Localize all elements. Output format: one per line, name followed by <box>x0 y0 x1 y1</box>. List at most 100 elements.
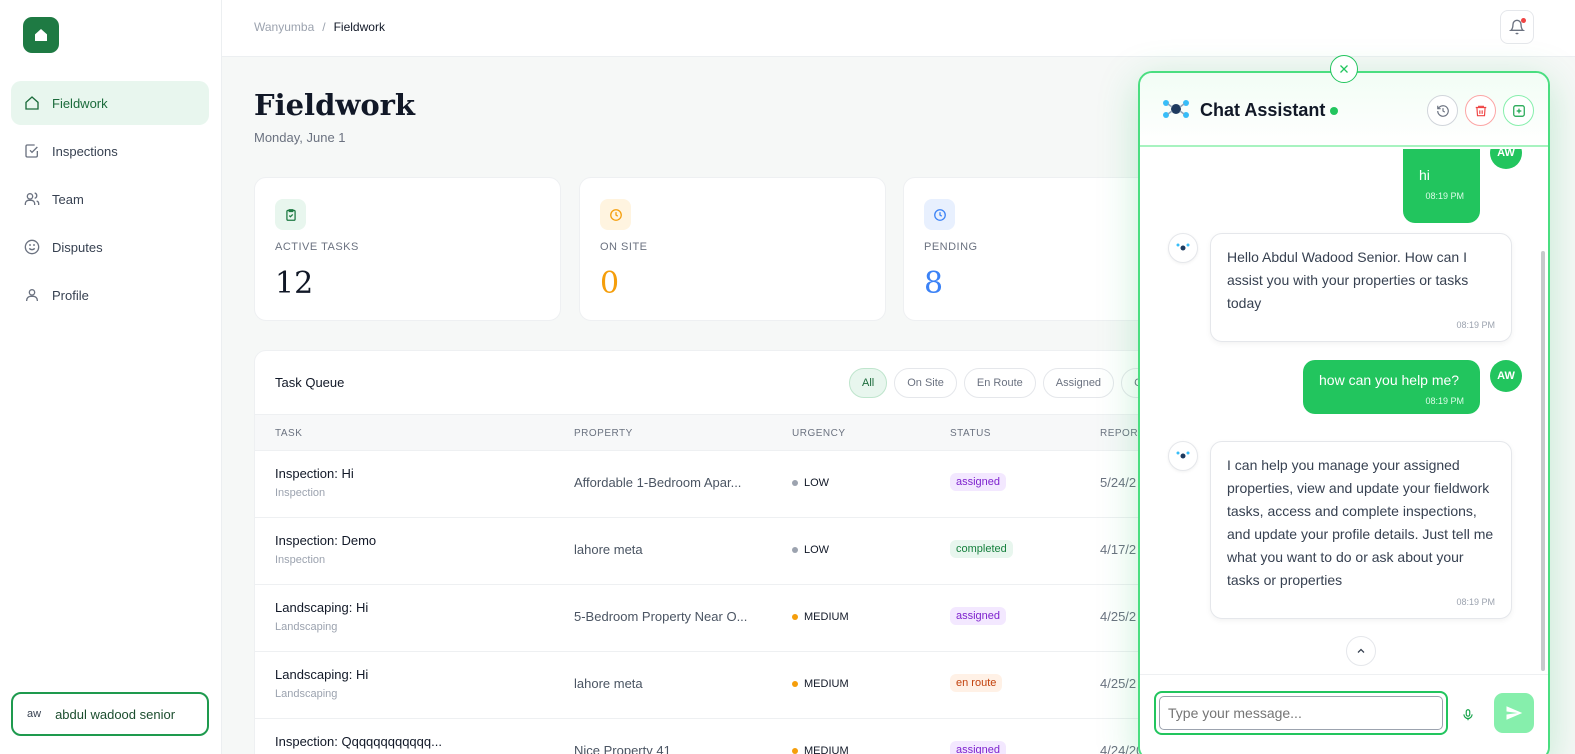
chat-delete-button[interactable] <box>1465 95 1496 126</box>
stat-card-on-site: ON SITE 0 <box>579 177 886 321</box>
stat-label: PENDING <box>924 241 978 253</box>
task-name: Inspection: Hi <box>275 466 354 481</box>
column-header: TASK <box>275 428 303 439</box>
sidebar-item-disputes[interactable]: Disputes <box>11 225 209 269</box>
sidebar-item-profile[interactable]: Profile <box>11 273 209 317</box>
notification-dot <box>1521 18 1526 23</box>
user-menu[interactable]: aw abdul wadood senior <box>11 692 209 736</box>
close-icon <box>1340 65 1348 73</box>
breadcrumb-root[interactable]: Wanyumba <box>254 20 314 34</box>
notifications-button[interactable] <box>1500 10 1534 44</box>
sidebar-item-label: Disputes <box>52 239 103 255</box>
stat-label: ACTIVE TASKS <box>275 241 359 253</box>
chat-new-button[interactable] <box>1503 95 1534 126</box>
sidebar-item-label: Profile <box>52 287 89 303</box>
bot-message: Hello Abdul Wadood Senior. How can I ass… <box>1210 233 1512 342</box>
status-badge: assigned <box>950 607 1007 625</box>
urgency-label: MEDIUM <box>804 611 849 623</box>
urgency: MEDIUM <box>792 611 849 623</box>
table-header: TASK PROPERTY URGENCY STATUS REPORT <box>255 414 1193 451</box>
breadcrumb: Wanyumba / Fieldwork <box>254 20 385 34</box>
checkbox-icon <box>23 142 41 160</box>
chat-title: Chat Assistant <box>1200 100 1326 120</box>
app-logo[interactable] <box>23 17 59 53</box>
urgency-dot <box>792 614 798 620</box>
send-button[interactable] <box>1494 693 1534 733</box>
chat-history-button[interactable] <box>1427 95 1458 126</box>
chat-messages: hi 08:19 PM AW Hello Abdul Wadood Senior… <box>1140 149 1548 674</box>
status-badge: assigned <box>950 741 1007 754</box>
chat-panel: Chat Assistant hi 08:19 PM AW Hello Abdu… <box>1138 71 1550 754</box>
voice-input-button[interactable] <box>1458 705 1478 725</box>
property-name: 5-Bedroom Property Near O... <box>574 609 748 624</box>
chat-close-button[interactable] <box>1330 55 1358 83</box>
task-name: Inspection: Qqqqqqqqqqqq... <box>275 734 442 749</box>
task-name: Landscaping: Hi <box>275 600 369 615</box>
task-name: Landscaping: Hi <box>275 667 369 682</box>
message-time: 08:19 PM <box>1456 320 1495 330</box>
property-name: lahore meta <box>574 676 643 691</box>
urgency-dot <box>792 480 798 486</box>
chat-header: Chat Assistant <box>1140 73 1548 147</box>
user-message: how can you help me? 08:19 PM <box>1303 360 1480 414</box>
message-text: I can help you manage your assigned prop… <box>1227 457 1494 588</box>
history-icon <box>1436 104 1449 117</box>
page-title: Fieldwork <box>254 88 416 122</box>
sidebar-item-team[interactable]: Team <box>11 177 209 221</box>
status-badge: completed <box>950 540 1013 558</box>
chat-scrollbar[interactable] <box>1541 251 1545 671</box>
table-row[interactable]: Landscaping: Hi Landscaping lahore meta M… <box>255 652 1193 719</box>
message-input[interactable] <box>1159 696 1443 730</box>
status-badge: assigned <box>950 473 1007 491</box>
filter-on-site[interactable]: On Site <box>894 368 957 398</box>
table-row[interactable]: Inspection: Qqqqqqqqqqqq...Inspection Ni… <box>255 719 1193 754</box>
sidebar-item-label: Fieldwork <box>52 95 108 111</box>
plus-square-icon <box>1512 104 1525 117</box>
urgency: LOW <box>792 544 829 556</box>
urgency-dot <box>792 748 798 754</box>
task-name: Inspection: Demo <box>275 533 377 548</box>
urgency: MEDIUM <box>792 745 849 754</box>
chevron-up-icon <box>1357 648 1365 653</box>
message-text: Hello Abdul Wadood Senior. How can I ass… <box>1227 249 1469 311</box>
sidebar-item-label: Team <box>52 191 84 207</box>
filter-en-route[interactable]: En Route <box>963 368 1036 398</box>
page-date: Monday, June 1 <box>254 130 346 145</box>
stat-card-active-tasks: ACTIVE TASKS 12 <box>254 177 561 321</box>
clock-icon <box>924 199 955 230</box>
urgency-label: LOW <box>804 477 830 489</box>
table-row[interactable]: Landscaping: Hi Landscaping 5-Bedroom Pro… <box>255 585 1193 652</box>
column-header: URGENCY <box>792 428 846 439</box>
report-date: 4/25/2 <box>1100 676 1137 691</box>
table-row[interactable]: Inspection: Hi Inspection Affordable 1-Be… <box>255 451 1193 518</box>
filter-all[interactable]: All <box>849 368 888 398</box>
sidebar-item-label: Inspections <box>52 143 118 159</box>
scroll-up-button[interactable] <box>1346 636 1376 666</box>
users-icon <box>23 190 41 208</box>
report-date: 5/24/2 <box>1100 475 1137 490</box>
sidebar-item-inspections[interactable]: Inspections <box>11 129 209 173</box>
column-header: PROPERTY <box>574 428 633 439</box>
urgency: MEDIUM <box>792 678 849 690</box>
sidebar-nav: Fieldwork Inspections Team Disputes Prof… <box>11 81 209 321</box>
urgency-label: MEDIUM <box>804 745 849 754</box>
task-type: Inspection <box>275 554 326 566</box>
send-icon <box>1506 706 1523 720</box>
bot-message: I can help you manage your assigned prop… <box>1210 441 1512 619</box>
filter-assigned[interactable]: Assigned <box>1042 368 1115 398</box>
sidebar: Fieldwork Inspections Team Disputes Prof… <box>0 0 222 754</box>
message-time: 08:19 PM <box>1456 597 1495 607</box>
message-input-wrapper <box>1154 691 1448 735</box>
property-name: Nice Property 41 <box>574 743 671 754</box>
urgency: LOW <box>792 477 829 489</box>
bot-avatar <box>1168 233 1198 263</box>
chatbot-logo-icon <box>1163 100 1189 118</box>
sidebar-item-fieldwork[interactable]: Fieldwork <box>11 81 209 125</box>
table-row[interactable]: Inspection: Demo Inspection lahore meta L… <box>255 518 1193 585</box>
mic-icon <box>1463 709 1473 721</box>
breadcrumb-separator: / <box>322 20 326 34</box>
user-message: hi 08:19 PM <box>1403 149 1480 223</box>
bot-avatar <box>1168 441 1198 471</box>
urgency-dot <box>792 547 798 553</box>
property-name: lahore meta <box>574 542 643 557</box>
